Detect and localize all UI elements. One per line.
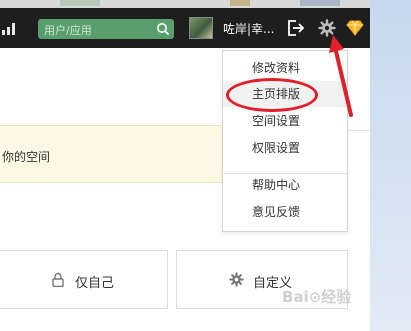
search-box[interactable]: 用户/应用 [38,19,174,39]
menu-item-help-center[interactable]: 帮助中心 [223,172,347,198]
search-icon[interactable] [156,22,170,36]
avatar[interactable] [189,17,213,39]
annotation-highlight-ellipse [226,78,318,112]
bar-chart-icon[interactable] [2,23,20,35]
username[interactable]: 咗岸|幸... [223,20,275,37]
top-header: 用户/应用 咗岸|幸... [0,8,370,48]
annotation-arrow [329,35,353,117]
page-side-background [370,0,411,331]
menu-item-feedback[interactable]: 意见反馈 [223,199,347,225]
menu-item-permission-settings[interactable]: 权限设置 [223,135,347,161]
gear-icon [229,272,244,287]
private-label: 仅自己 [75,276,115,291]
watermark: Bai⊙经验 [282,288,352,306]
logout-icon[interactable] [287,20,305,36]
privacy-option-private[interactable]: 仅自己 [0,250,168,309]
notice-text: 你的空间 [2,150,51,164]
search-input[interactable]: 用户/应用 [44,22,92,38]
lock-icon [52,272,64,287]
